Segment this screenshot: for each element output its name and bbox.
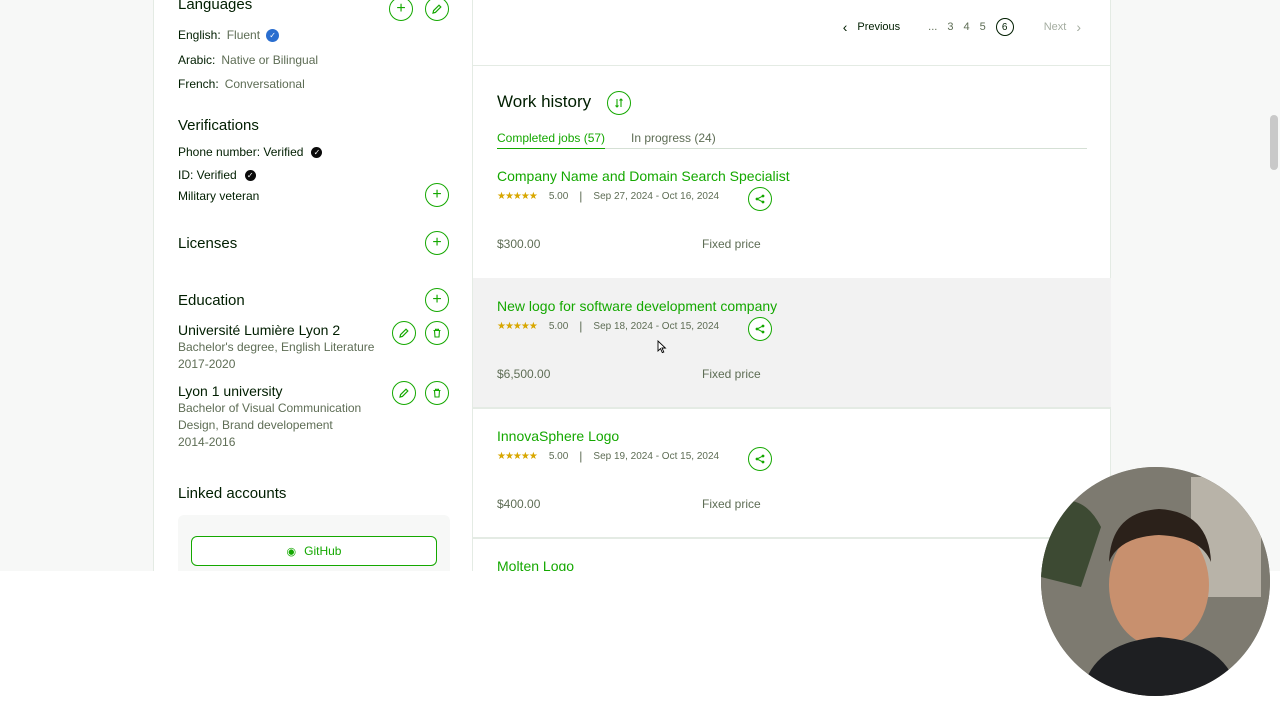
trash-icon xyxy=(433,328,441,338)
job-item: InnovaSphere Logo ★★★★★ 5.00 | Sep 19, 2… xyxy=(473,408,1111,538)
verification-id: ID: Verified ✓ xyxy=(178,168,256,182)
next-page-button[interactable]: Next xyxy=(1044,21,1067,33)
github-icon: ◉ xyxy=(286,545,297,558)
share-icon xyxy=(755,194,765,204)
tab-completed-jobs[interactable]: Completed jobs (57) xyxy=(497,131,606,149)
edit-education-button[interactable] xyxy=(392,381,416,405)
job-title-link[interactable]: InnovaSphere Logo xyxy=(497,428,619,444)
language-french: French: Conversational xyxy=(178,77,305,91)
linked-accounts-title: Linked accounts xyxy=(178,485,287,502)
job-amount: $6,500.00 xyxy=(497,367,551,381)
work-history-panel: ‹ Previous ... 3 4 5 6 Next › Work histo… xyxy=(473,0,1111,571)
divider: | xyxy=(579,319,583,333)
job-title-link[interactable]: New logo for software development compan… xyxy=(497,298,777,314)
pencil-icon xyxy=(399,388,409,398)
page-viewport: Languages + English: Fluent ✓ Arabic: Na… xyxy=(0,0,1280,571)
job-rating: 5.00 xyxy=(548,320,569,332)
verifications-title: Verifications xyxy=(178,117,259,134)
star-rating-icon: ★★★★★ xyxy=(497,190,538,202)
chevron-right-icon[interactable]: › xyxy=(1076,19,1081,35)
education-title: Education xyxy=(178,292,245,309)
job-meta: ★★★★★ 5.00 | Sep 18, 2024 - Oct 15, 2024 xyxy=(497,319,719,333)
page-button[interactable]: 5 xyxy=(980,21,986,33)
job-dates: Sep 19, 2024 - Oct 15, 2024 xyxy=(593,450,720,462)
trash-icon xyxy=(433,388,441,398)
education-school-name: Lyon 1 university xyxy=(178,383,283,399)
languages-title: Languages xyxy=(178,0,253,13)
work-history-tabs: Completed jobs (57) In progress (24) xyxy=(497,131,1087,149)
share-button[interactable] xyxy=(748,447,772,471)
job-type: Fixed price xyxy=(702,367,761,381)
job-rating: 5.00 xyxy=(548,190,569,202)
job-type: Fixed price xyxy=(702,237,761,251)
verified-badge-icon: ✓ xyxy=(266,28,280,42)
tab-in-progress[interactable]: In progress (24) xyxy=(631,131,716,145)
add-education-button[interactable]: + xyxy=(425,288,449,312)
work-history-title: Work history xyxy=(497,92,592,111)
star-rating-icon: ★★★★★ xyxy=(497,320,538,332)
add-license-button[interactable]: + xyxy=(425,231,449,255)
pagination: ‹ Previous ... 3 4 5 6 Next › xyxy=(843,18,1081,36)
job-dates: Sep 27, 2024 - Oct 16, 2024 xyxy=(593,190,720,202)
pagination-ellipsis: ... xyxy=(928,21,938,33)
divider: | xyxy=(579,189,583,203)
education-degree: Bachelor of Visual Communication Design,… xyxy=(178,401,362,432)
share-icon xyxy=(755,324,765,334)
pencil-icon xyxy=(432,4,442,14)
language-arabic: Arabic: Native or Bilingual xyxy=(178,53,319,67)
job-dates: Sep 18, 2024 - Oct 15, 2024 xyxy=(593,320,720,332)
share-icon xyxy=(755,454,765,464)
education-years: 2014-2016 xyxy=(178,435,236,449)
verification-military: Military veteran xyxy=(178,189,260,203)
delete-education-button[interactable] xyxy=(425,381,449,405)
verification-phone: Phone number: Verified ✓ xyxy=(178,145,323,159)
job-amount: $400.00 xyxy=(497,497,541,511)
education-years: 2017-2020 xyxy=(178,357,236,371)
divider: | xyxy=(579,449,583,463)
share-button[interactable] xyxy=(748,317,772,341)
edit-education-button[interactable] xyxy=(392,321,416,345)
chevron-left-icon[interactable]: ‹ xyxy=(843,19,848,35)
mouse-cursor-icon xyxy=(657,340,667,354)
job-title-link[interactable]: Molten Logo xyxy=(497,558,574,571)
job-type: Fixed price xyxy=(702,497,761,511)
current-page-button[interactable]: 6 xyxy=(995,18,1014,36)
previous-page-button[interactable]: Previous xyxy=(857,21,900,33)
page-button[interactable]: 3 xyxy=(947,21,953,33)
portfolio-card-bottom: ‹ Previous ... 3 4 5 6 Next › xyxy=(473,0,1111,66)
verified-check-icon: ✓ xyxy=(311,146,323,158)
delete-education-button[interactable] xyxy=(425,321,449,345)
verified-check-icon: ✓ xyxy=(244,169,256,181)
webcam-overlay-image xyxy=(1041,467,1270,696)
sort-arrows-icon xyxy=(615,98,623,108)
person-silhouette-icon xyxy=(1041,467,1270,696)
sort-button[interactable] xyxy=(607,91,631,115)
add-language-button[interactable]: + xyxy=(389,0,413,21)
pencil-icon xyxy=(399,328,409,338)
page-button[interactable]: 4 xyxy=(963,21,969,33)
add-verification-button[interactable]: + xyxy=(425,183,449,207)
education-degree: Bachelor's degree, English Literature xyxy=(178,340,375,354)
profile-sidebar: Languages + English: Fluent ✓ Arabic: Na… xyxy=(153,0,473,571)
job-item: Molten Logo xyxy=(473,538,1111,571)
language-english: English: Fluent ✓ xyxy=(178,28,280,42)
job-item: New logo for software development compan… xyxy=(473,278,1111,408)
licenses-title: Licenses xyxy=(178,235,238,252)
job-rating: 5.00 xyxy=(548,450,569,462)
job-meta: ★★★★★ 5.00 | Sep 19, 2024 - Oct 15, 2024 xyxy=(497,449,719,463)
github-button[interactable]: ◉ GitHub xyxy=(191,536,437,566)
scrollbar-thumb[interactable] xyxy=(1270,115,1278,170)
edit-language-button[interactable] xyxy=(425,0,449,21)
job-meta: ★★★★★ 5.00 | Sep 27, 2024 - Oct 16, 2024 xyxy=(497,189,719,203)
star-rating-icon: ★★★★★ xyxy=(497,450,538,462)
job-title-link[interactable]: Company Name and Domain Search Specialis… xyxy=(497,168,790,184)
education-school-name: Université Lumière Lyon 2 xyxy=(178,322,341,338)
share-button[interactable] xyxy=(748,187,772,211)
job-amount: $300.00 xyxy=(497,237,541,251)
